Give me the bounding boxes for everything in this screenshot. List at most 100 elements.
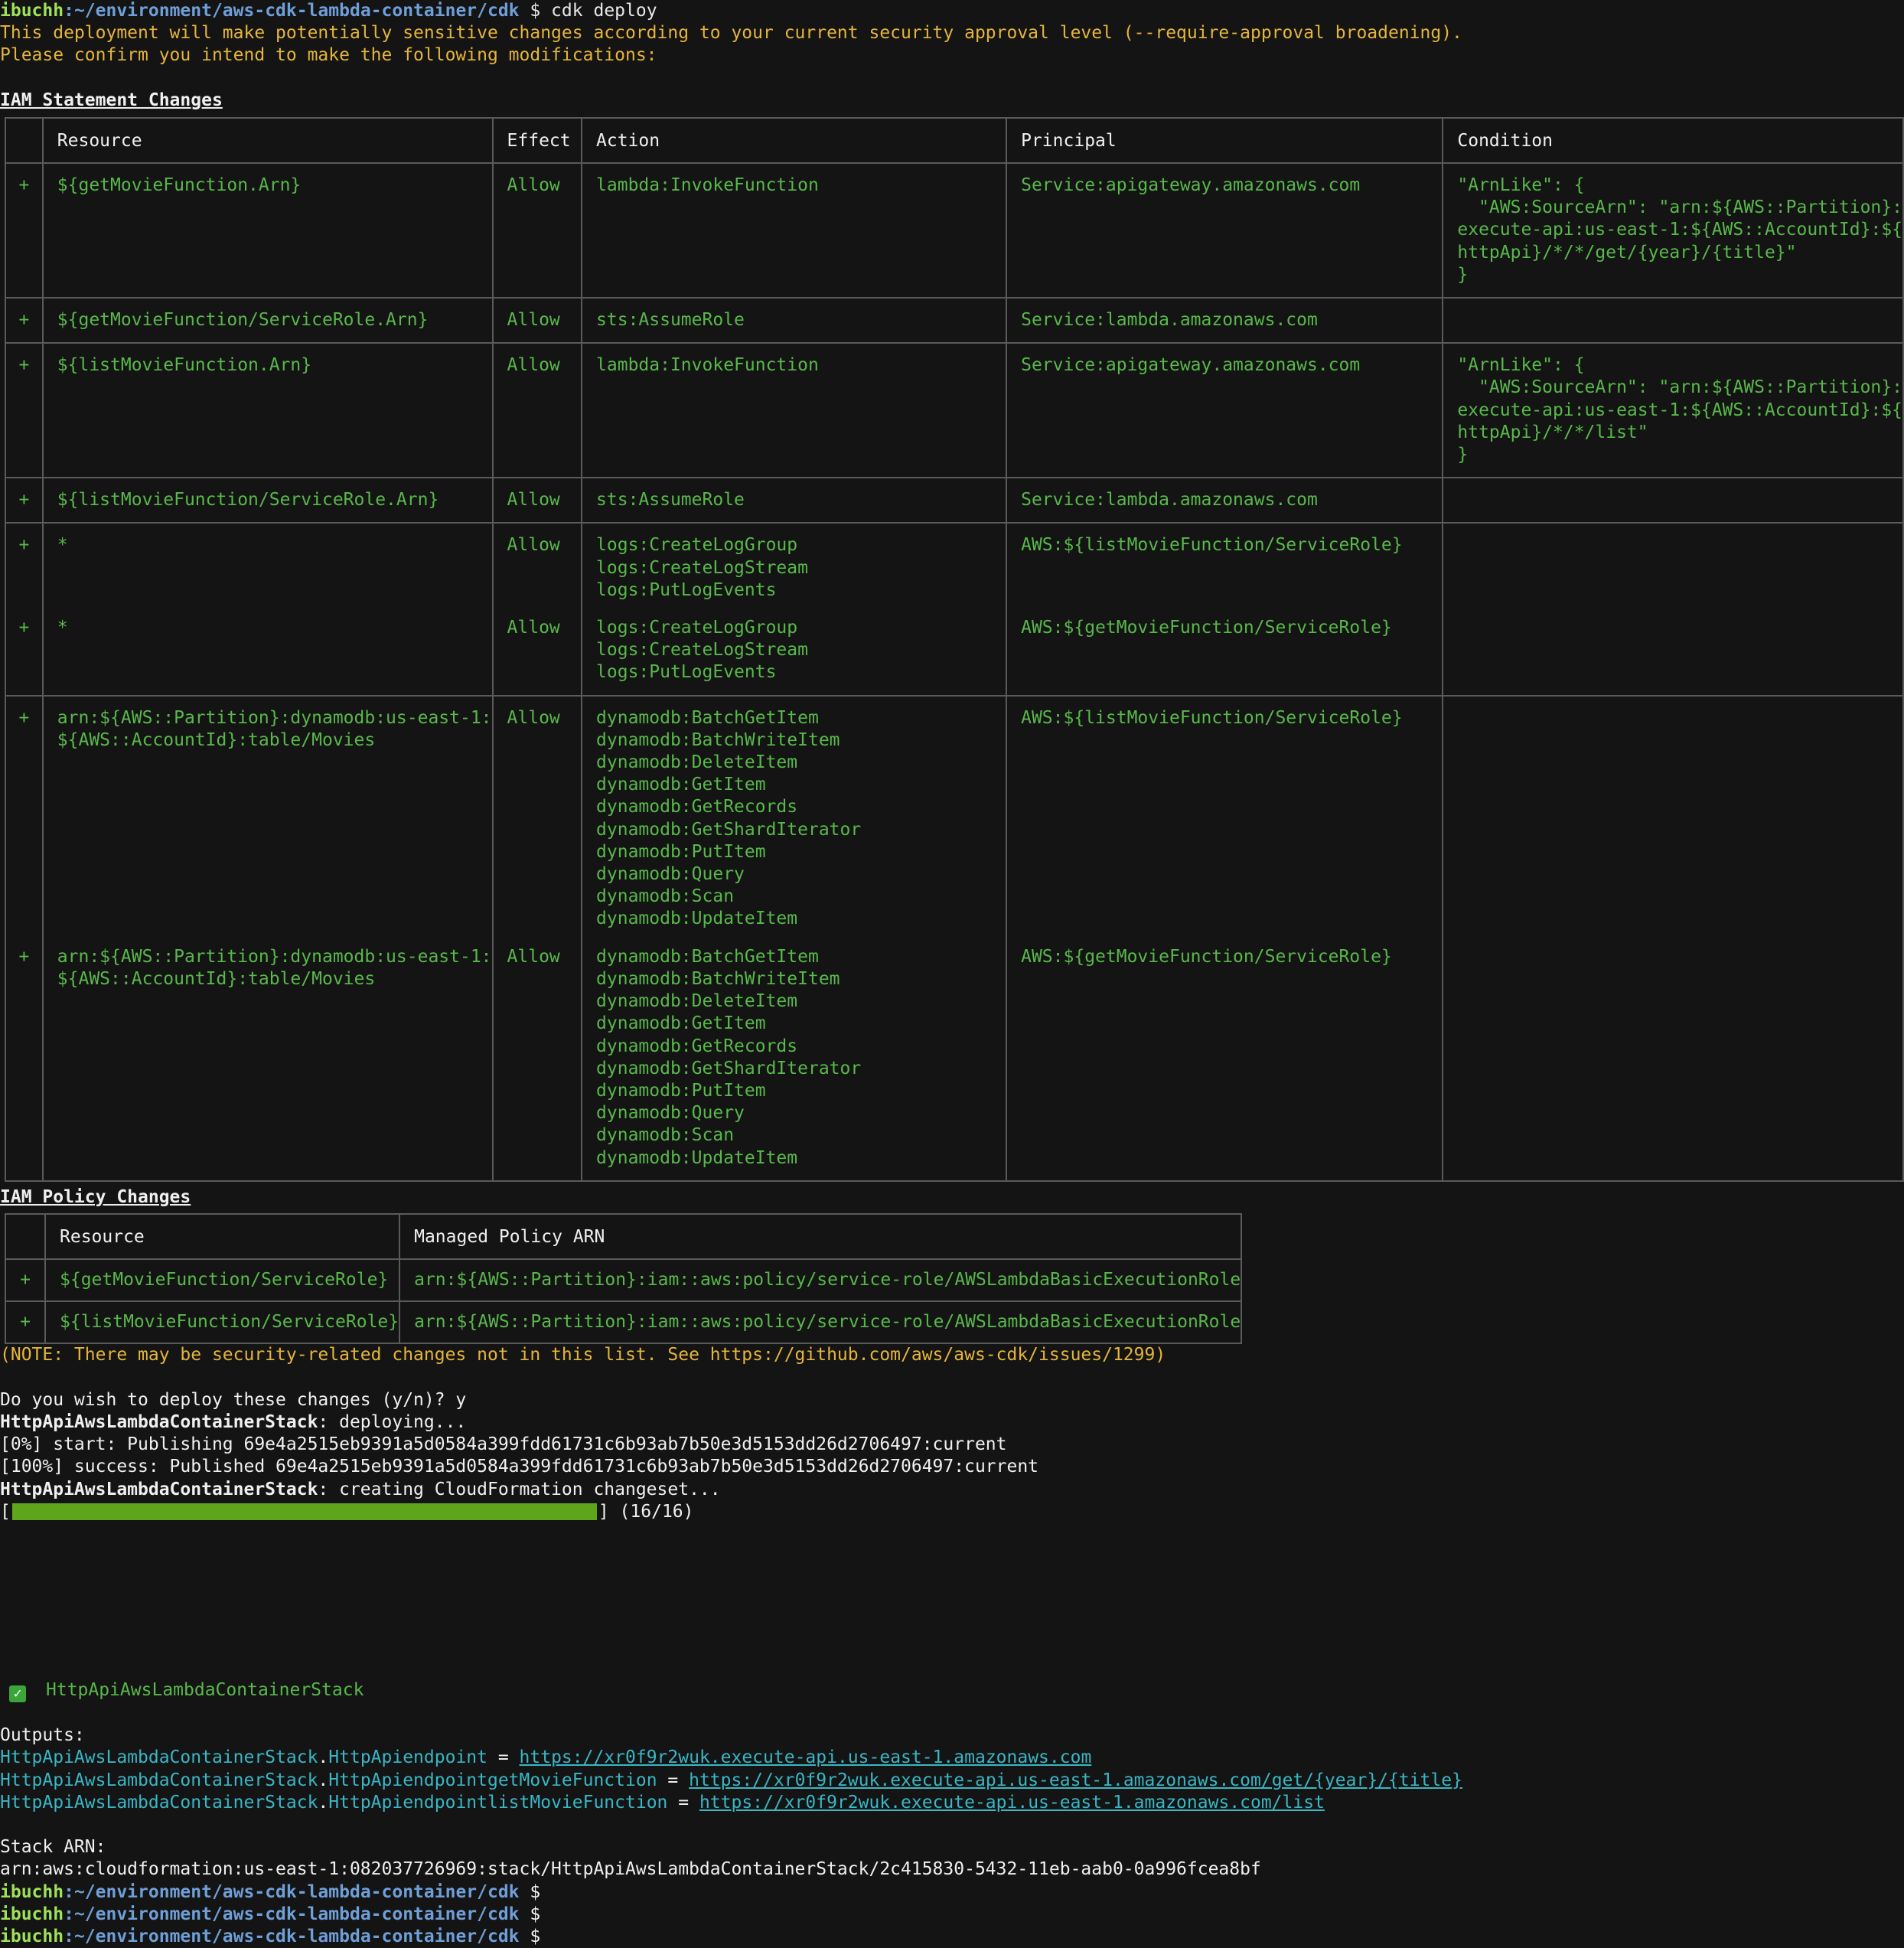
table-header-row: Resource Effect Action Principal Conditi… [5, 117, 1904, 164]
row-sign: + [5, 1300, 46, 1345]
table-row: + ${listMovieFunction.Arn} Allow lambda:Inv… [5, 342, 1904, 479]
row-action-line: dynamodb:BatchWriteItem [596, 729, 840, 750]
table-row: + ${listMovieFunction/ServiceRole} arn:${A… [5, 1300, 1243, 1345]
row-resource: ${listMovieFunction/ServiceRole.Arn} [41, 477, 494, 524]
output-key: HttpApiendpointgetMovieFunction [328, 1770, 657, 1790]
output-dot: . [318, 1792, 329, 1813]
row-resource-line: arn:${AWS::Partition}:dynamodb:us-east-1… [57, 946, 492, 967]
row-condition [1442, 938, 1904, 1182]
row-principal-line: AWS:${getMovieFunction/ServiceRole} [1021, 618, 1392, 638]
security-note: (NOTE: There may be security-related cha… [0, 1345, 1166, 1366]
table-row: + ${getMovieFunction.Arn} Allow lambda:Invo… [5, 162, 1904, 299]
row-action-line: logs:CreateLogGroup [596, 618, 798, 638]
row-principal: AWS:${getMovieFunction/ServiceRole} [1006, 609, 1444, 697]
row-effect: Allow [491, 694, 583, 938]
output-key: HttpApiendpointlistMovieFunction [328, 1792, 668, 1813]
row-condition-line: "ArnLike": { [1457, 355, 1585, 376]
output-url-link[interactable]: https://xr0f9r2wuk.execute-api.us-east-1… [520, 1747, 1092, 1767]
row-condition [1442, 609, 1904, 697]
progress-bar [11, 1503, 597, 1521]
row-action-line: dynamodb:BatchGetItem [596, 707, 819, 728]
row-action-line: lambda:InvokeFunction [596, 355, 819, 376]
row-resource-line: ${AWS::AccountId}:table/Movies [57, 729, 376, 750]
row-action-line: dynamodb:GetShardIterator [596, 1058, 862, 1078]
row-resource: ${listMovieFunction/ServiceRole} [44, 1300, 401, 1345]
row-principal: Service:lambda.amazonaws.com [1006, 297, 1444, 344]
row-action-line: logs:CreateLogStream [596, 640, 808, 661]
progress-line: [] (16/16) [0, 1501, 694, 1522]
row-principal: AWS:${listMovieFunction/ServiceRole} [1006, 522, 1444, 610]
stack-arn: arn:aws:cloudformation:us-east-1:0820377… [0, 1859, 1261, 1880]
warning-line-2: Please confirm you intend to make the fo… [0, 45, 657, 66]
header-sign [5, 1212, 46, 1260]
row-action-line: dynamodb:DeleteItem [596, 991, 798, 1012]
header-resource: Resource [44, 1212, 401, 1260]
row-action-line: logs:PutLogEvents [596, 579, 777, 600]
row-resource-line: ${AWS::AccountId}:table/Movies [57, 968, 376, 989]
row-principal-line: Service:apigateway.amazonaws.com [1021, 175, 1361, 195]
row-action-line: sts:AssumeRole [596, 310, 745, 331]
terminal[interactable]: ibuchh:~/environment/aws-cdk-lambda-cont… [0, 0, 1904, 1948]
row-resource: * [41, 522, 494, 610]
row-condition: "ArnLike": { "AWS:SourceArn": "arn:${AWS… [1442, 162, 1904, 299]
iam-policy-title: IAM Policy Changes [0, 1186, 191, 1207]
row-sign: + [5, 342, 44, 479]
row-resource-line: * [57, 535, 68, 556]
prompt-symbol: $ [519, 1904, 552, 1924]
row-effect: Allow [491, 477, 583, 524]
stack-arn-label: Stack ARN: [0, 1837, 106, 1858]
check-box-icon: ✓ [9, 1685, 26, 1702]
row-action-line: dynamodb:Query [596, 1103, 745, 1124]
row-managed-policy-arn: arn:${AWS::Partition}:iam::aws:policy/se… [399, 1300, 1243, 1345]
row-action-line: dynamodb:GetShardIterator [596, 819, 862, 840]
iam-statement-title: IAM Statement Changes [0, 90, 223, 110]
row-condition-line: httpApi}/*/*/get/{year}/{title}" [1457, 242, 1797, 263]
row-condition-line: httpApi}/*/*/list" [1457, 422, 1648, 442]
table-row: + * Allow logs:CreateLogGroup logs:CreateLog… [5, 609, 1904, 697]
row-effect: Allow [491, 297, 583, 344]
row-action: dynamodb:BatchGetItem dynamodb:BatchWrite… [581, 694, 1008, 938]
row-principal: Service:apigateway.amazonaws.com [1006, 342, 1444, 479]
row-sign: + [5, 1258, 46, 1303]
confirm-prompt: Do you wish to deploy these changes (y/n… [0, 1389, 467, 1410]
changeset-line: HttpApiAwsLambdaContainerStack: creating… [0, 1479, 721, 1499]
progress-bar-fill [11, 1503, 597, 1521]
prompt-user: ibuchh [0, 1926, 64, 1946]
row-action-line: dynamodb:GetRecords [596, 1036, 798, 1056]
output-dot: . [318, 1747, 329, 1768]
output-url-link[interactable]: https://xr0f9r2wuk.execute-api.us-east-1… [689, 1770, 1462, 1790]
row-condition-line: } [1457, 264, 1469, 285]
header-action: Action [581, 117, 1008, 164]
row-resource-line: * [57, 618, 68, 638]
row-principal: Service:apigateway.amazonaws.com [1006, 162, 1444, 299]
iam-policy-body: + ${getMovieFunction/ServiceRole} arn:${AW… [5, 1258, 1243, 1345]
row-sign: + [5, 522, 44, 610]
header-effect: Effect [491, 117, 583, 164]
row-resource-line: ${getMovieFunction/ServiceRole.Arn} [57, 310, 429, 331]
row-action: dynamodb:BatchGetItem dynamodb:BatchWrite… [581, 938, 1008, 1182]
warning-line-1: This deployment will make potentially se… [0, 23, 1462, 44]
iam-policy-table: Resource Managed Policy ARN + ${getMovieF… [5, 1212, 1243, 1345]
outputs-list: HttpApiAwsLambdaContainerStack.HttpApien… [0, 1747, 1904, 1814]
row-condition [1442, 477, 1904, 524]
header-sign [5, 117, 44, 164]
row-principal-line: Service:lambda.amazonaws.com [1021, 490, 1318, 511]
row-effect: Allow [491, 162, 583, 299]
output-url-link[interactable]: https://xr0f9r2wuk.execute-api.us-east-1… [699, 1793, 1325, 1813]
row-principal-line: AWS:${listMovieFunction/ServiceRole} [1021, 707, 1403, 728]
output-stack: HttpApiAwsLambdaContainerStack [0, 1747, 318, 1768]
prompt-symbol: $ [519, 1881, 552, 1902]
row-action-line: dynamodb:UpdateItem [596, 909, 798, 929]
row-resource: ${getMovieFunction/ServiceRole} [44, 1258, 401, 1303]
row-sign: + [5, 477, 44, 524]
row-sign: + [5, 297, 44, 344]
deploying-line: HttpApiAwsLambdaContainerStack: deployin… [0, 1411, 467, 1432]
row-resource: arn:${AWS::Partition}:dynamodb:us-east-1… [41, 938, 494, 1182]
row-action-line: dynamodb:UpdateItem [596, 1147, 798, 1168]
row-action-line: dynamodb:PutItem [596, 841, 766, 862]
row-condition-line: "AWS:SourceArn": "arn:${AWS::Partition}: [1457, 197, 1902, 218]
row-effect: Allow [491, 938, 583, 1182]
prompt-user: ibuchh [0, 1904, 64, 1924]
row-principal: Service:lambda.amazonaws.com [1006, 477, 1444, 524]
row-action: lambda:InvokeFunction [581, 162, 1008, 299]
